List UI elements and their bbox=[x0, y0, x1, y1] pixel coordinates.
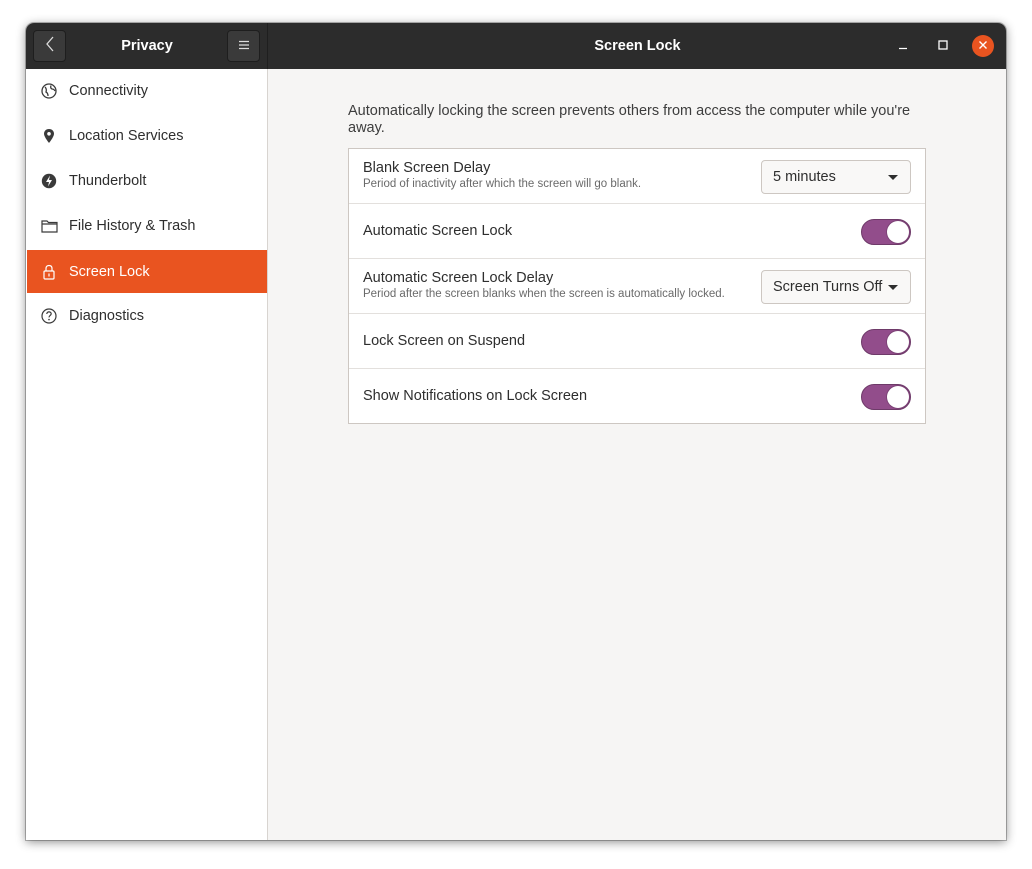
row-title: Lock Screen on Suspend bbox=[363, 333, 526, 349]
automatic-screen-lock-toggle[interactable] bbox=[861, 219, 911, 245]
sidebar-header: Privacy bbox=[26, 23, 268, 69]
minimize-icon bbox=[898, 37, 908, 55]
sidebar-item-location-services[interactable]: Location Services bbox=[27, 114, 267, 157]
sidebar-item-screen-lock[interactable]: Screen Lock bbox=[27, 250, 267, 293]
dropdown-arrow-icon bbox=[888, 175, 898, 180]
sidebar-item-label: File History & Trash bbox=[69, 217, 196, 234]
row-blank-screen-delay: Blank Screen Delay Period of inactivity … bbox=[349, 149, 925, 204]
lock-icon bbox=[40, 263, 58, 281]
back-button[interactable] bbox=[33, 30, 66, 62]
sidebar-title: Privacy bbox=[121, 38, 173, 54]
hamburger-icon bbox=[238, 37, 250, 55]
show-notifications-toggle[interactable] bbox=[861, 384, 911, 410]
sidebar-item-diagnostics[interactable]: Diagnostics bbox=[27, 294, 267, 337]
close-icon bbox=[978, 37, 988, 55]
sidebar-item-thunderbolt[interactable]: Thunderbolt bbox=[27, 159, 267, 202]
row-title: Blank Screen Delay bbox=[363, 160, 491, 176]
row-subtitle: Period after the screen blanks when the … bbox=[363, 288, 725, 300]
globe-icon bbox=[40, 82, 58, 100]
sidebar-item-label: Screen Lock bbox=[69, 263, 150, 280]
sidebar-item-label: Diagnostics bbox=[69, 307, 144, 324]
row-title: Show Notifications on Lock Screen bbox=[363, 388, 588, 404]
toggle-knob bbox=[887, 386, 909, 408]
help-circle-icon bbox=[40, 307, 58, 325]
chevron-left-icon bbox=[45, 36, 55, 57]
dropdown-value: 5 minutes bbox=[773, 169, 836, 185]
screen-lock-delay-dropdown[interactable]: Screen Turns Off bbox=[761, 270, 911, 304]
toggle-knob bbox=[887, 221, 909, 243]
maximize-icon bbox=[938, 37, 948, 55]
main-content: Automatically locking the screen prevent… bbox=[269, 69, 1006, 840]
row-automatic-screen-lock-delay: Automatic Screen Lock Delay Period after… bbox=[349, 259, 925, 314]
menu-button[interactable] bbox=[227, 30, 260, 62]
sidebar-item-file-history-trash[interactable]: File History & Trash bbox=[27, 204, 267, 247]
sidebar-item-label: Location Services bbox=[69, 127, 184, 144]
toggle-knob bbox=[887, 331, 909, 353]
blank-screen-delay-dropdown[interactable]: 5 minutes bbox=[761, 160, 911, 194]
dropdown-arrow-icon bbox=[888, 285, 898, 290]
close-button[interactable] bbox=[972, 35, 994, 57]
sidebar-item-label: Thunderbolt bbox=[69, 172, 147, 189]
settings-window: Privacy Screen Lock Connectivity Locatio… bbox=[26, 23, 1006, 840]
header-bar: Privacy Screen Lock bbox=[26, 23, 1006, 69]
settings-list: Blank Screen Delay Period of inactivity … bbox=[348, 148, 926, 424]
row-title: Automatic Screen Lock bbox=[363, 223, 513, 239]
location-pin-icon bbox=[40, 127, 58, 145]
intro-text: Automatically locking the screen prevent… bbox=[348, 103, 911, 136]
thunderbolt-icon bbox=[40, 172, 58, 190]
row-show-notifications: Show Notifications on Lock Screen bbox=[349, 369, 925, 424]
dropdown-value: Screen Turns Off bbox=[773, 279, 883, 295]
row-lock-screen-on-suspend: Lock Screen on Suspend bbox=[349, 314, 925, 369]
sidebar: Connectivity Location Services Thunderbo… bbox=[26, 69, 268, 840]
row-subtitle: Period of inactivity after which the scr… bbox=[363, 178, 642, 190]
row-title: Automatic Screen Lock Delay bbox=[363, 270, 554, 286]
folder-icon bbox=[40, 217, 58, 235]
lock-screen-on-suspend-toggle[interactable] bbox=[861, 329, 911, 355]
sidebar-item-label: Connectivity bbox=[69, 82, 148, 99]
minimize-button[interactable] bbox=[892, 35, 914, 57]
maximize-button[interactable] bbox=[932, 35, 954, 57]
row-automatic-screen-lock: Automatic Screen Lock bbox=[349, 204, 925, 259]
sidebar-item-connectivity[interactable]: Connectivity bbox=[27, 69, 267, 112]
